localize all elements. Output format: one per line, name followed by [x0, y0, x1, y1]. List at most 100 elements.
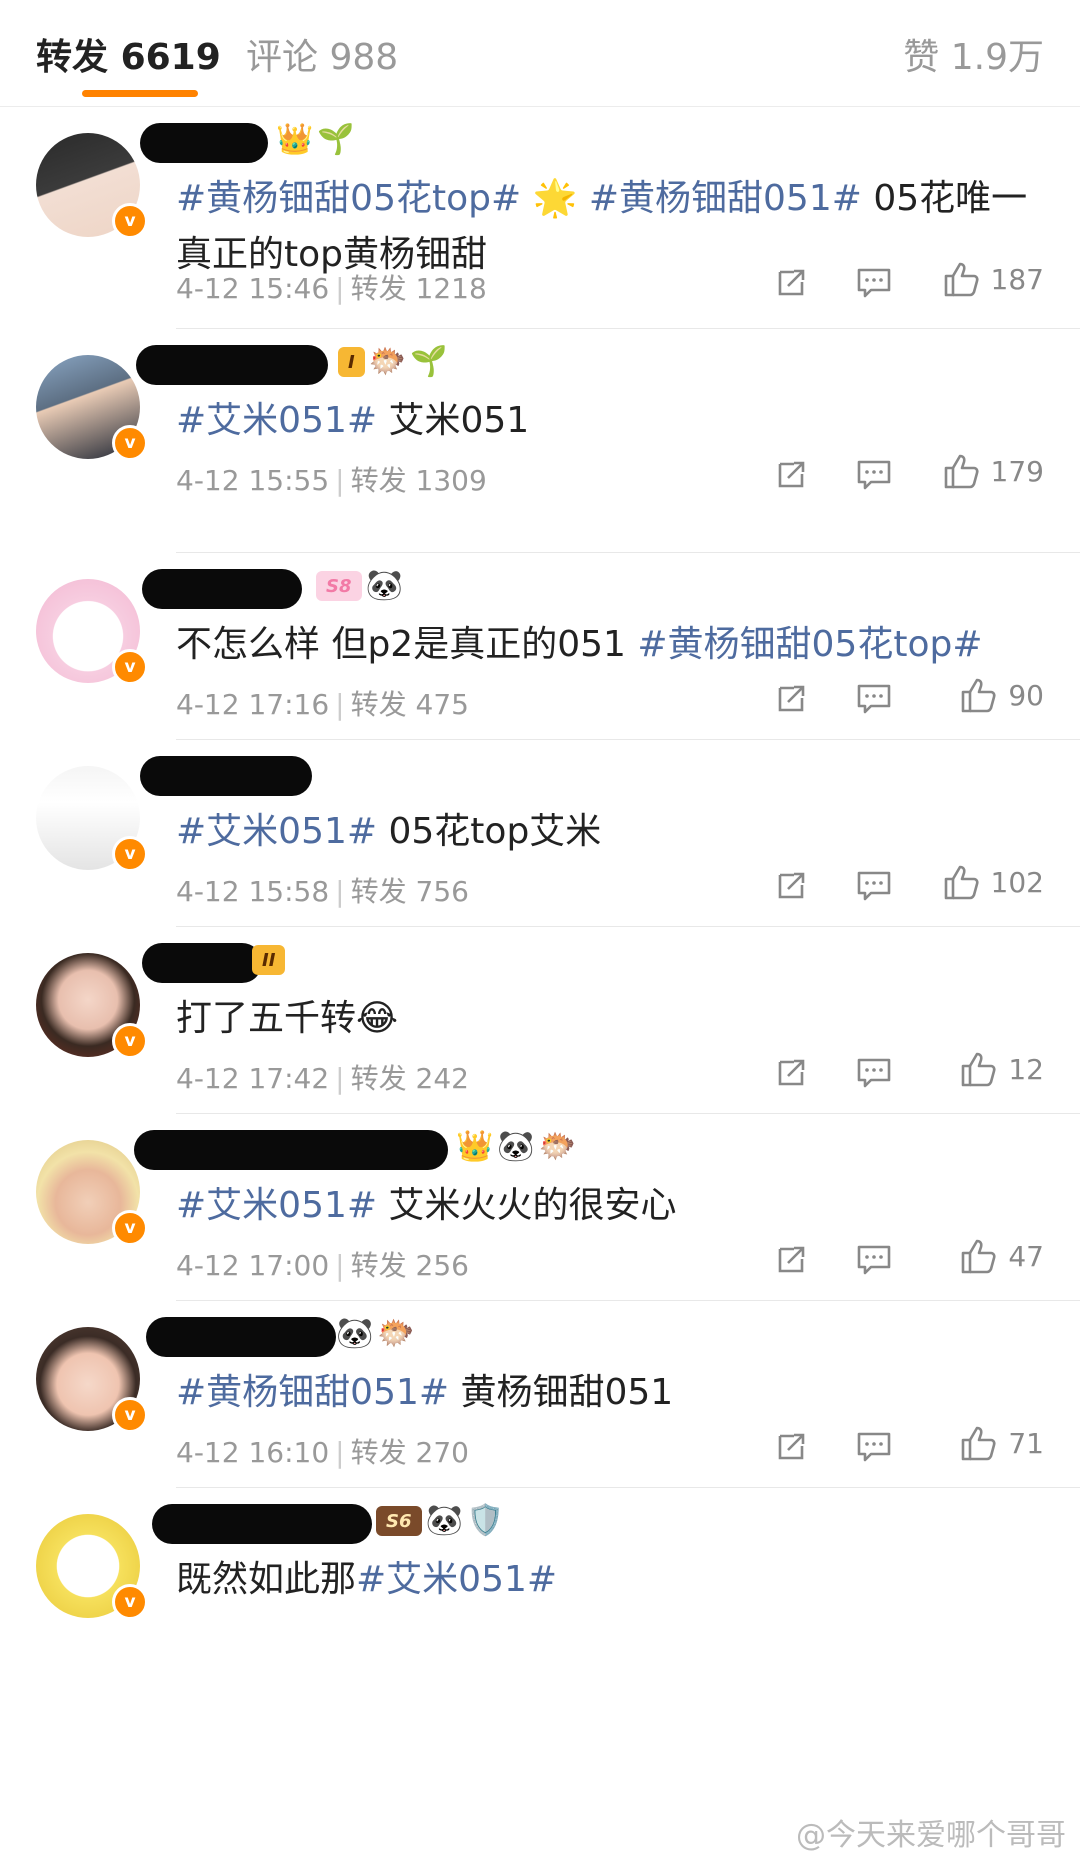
repost-item[interactable]: v 🐼 🐡 #黄杨钿甜051# 黄杨钿甜051 4-12 16:10 | 转发 270 71 — [0, 1301, 1080, 1488]
repost-action-icon[interactable] — [774, 1053, 808, 1093]
content-text: 打了五千转😂 — [176, 998, 399, 1039]
comment-action-icon[interactable] — [856, 1053, 892, 1093]
repost-meta: 4-12 17:42 | 转发 242 — [176, 1057, 469, 1097]
verified-badge-icon: v — [112, 1210, 148, 1246]
repost-action-icon[interactable] — [774, 1427, 808, 1467]
repost-meta: 4-12 16:10 | 转发 270 — [176, 1431, 469, 1471]
topic-hashtag[interactable]: #黄杨钿甜05花top# — [176, 178, 521, 219]
redacted-username[interactable] — [142, 569, 302, 609]
repost-item[interactable]: v S8 🐼 不怎么样 但p2是真正的051 #黄杨钿甜05花top# 4-12 17:… — [0, 553, 1080, 740]
topic-hashtag[interactable]: #艾米051# — [176, 1185, 377, 1226]
verified-badge-icon: v — [112, 203, 148, 239]
thumbs-up-icon — [943, 863, 981, 901]
repost-count-label: 转发 — [350, 688, 407, 721]
repost-item[interactable]: v S6 🐼 🛡️ 既然如此那#艾米051# — [0, 1488, 1080, 1675]
topic-hashtag[interactable]: #艾米051# — [176, 400, 377, 441]
like-button[interactable]: 179 — [943, 451, 1044, 491]
content-text: 🌟 — [521, 178, 589, 219]
tab-like[interactable]: 赞 1.9万 — [903, 28, 1044, 80]
thumbs-up-icon — [960, 676, 998, 714]
content-text: 黄杨钿甜051 — [449, 1372, 674, 1413]
repost-count: 756 — [415, 875, 469, 908]
like-button[interactable]: 90 — [960, 675, 1044, 715]
like-count: 90 — [1008, 678, 1044, 712]
level-badge: II — [252, 945, 286, 975]
tab-comment-label: 评论 — [246, 37, 319, 78]
like-button[interactable]: 102 — [943, 862, 1044, 902]
comment-action-icon[interactable] — [856, 455, 892, 495]
fish-icon: 🐡 — [377, 1316, 415, 1351]
fish-icon: 🐡 — [538, 1129, 577, 1164]
repost-meta: 4-12 15:46 | 转发 1218 — [176, 267, 487, 307]
repost-count-label: 转发 — [350, 1436, 407, 1469]
comment-action-icon[interactable] — [856, 1427, 892, 1467]
repost-content: #艾米051# 艾米051 — [176, 393, 1040, 449]
like-button[interactable]: 187 — [943, 259, 1044, 299]
repost-count: 270 — [415, 1436, 469, 1469]
tab-like-label: 赞 — [903, 37, 940, 78]
redacted-username[interactable] — [142, 943, 262, 983]
repost-content: 既然如此那#艾米051# — [176, 1552, 1040, 1608]
tab-repost[interactable]: 转发 6619 — [36, 28, 221, 80]
comment-action-icon[interactable] — [856, 866, 892, 906]
repost-item[interactable]: v 👑 🐼 🐡 #艾米051# 艾米火火的很安心 4-12 17:00 | 转发 256 47 — [0, 1114, 1080, 1301]
redacted-username[interactable] — [140, 123, 268, 163]
content-text: 艾米051 — [377, 400, 530, 441]
timestamp: 4-12 17:42 — [176, 1062, 330, 1095]
like-button[interactable]: 47 — [960, 1236, 1044, 1276]
topic-hashtag[interactable]: #黄杨钿甜05花top# — [637, 624, 982, 665]
user-badges: 👑 🐼 🐡 — [456, 1124, 576, 1170]
redacted-username[interactable] — [146, 1317, 336, 1357]
repost-item[interactable]: v II 打了五千转😂 4-12 17:42 | 转发 242 12 — [0, 927, 1080, 1114]
repost-action-icon[interactable] — [774, 455, 808, 495]
redacted-username[interactable] — [140, 756, 312, 796]
repost-content: #黄杨钿甜051# 黄杨钿甜051 — [176, 1365, 1040, 1421]
repost-meta: 4-12 17:16 | 转发 475 — [176, 683, 469, 723]
repost-content: 不怎么样 但p2是真正的051 #黄杨钿甜05花top# — [176, 617, 1040, 673]
panda-icon: 🐼 — [365, 568, 403, 603]
timestamp: 4-12 16:10 — [176, 1436, 330, 1469]
repost-count-label: 转发 — [350, 464, 407, 497]
topic-hashtag[interactable]: #艾米051# — [176, 811, 377, 852]
topic-hashtag[interactable]: #黄杨钿甜051# — [589, 178, 862, 219]
repost-item[interactable]: v 👑 🌱 #黄杨钿甜05花top# 🌟 #黄杨钿甜051# 05花唯一真正的top黄… — [0, 107, 1080, 329]
tab-comment[interactable]: 评论 988 — [246, 28, 398, 80]
shield-icon: 🛡️ — [466, 1503, 505, 1538]
repost-action-icon[interactable] — [774, 866, 808, 906]
repost-action-icon[interactable] — [774, 1240, 808, 1280]
user-badges: II — [252, 937, 286, 983]
panda-icon: 🐼 — [425, 1503, 463, 1538]
redacted-username[interactable] — [136, 345, 328, 385]
like-button[interactable]: 12 — [960, 1049, 1044, 1089]
meta-separator: | — [335, 875, 345, 908]
like-count: 102 — [990, 865, 1044, 899]
like-count: 71 — [1008, 1426, 1044, 1460]
crown-icon: 👑 — [456, 1129, 494, 1164]
meta-separator: | — [335, 1436, 345, 1469]
repost-action-icon[interactable] — [774, 679, 808, 719]
topic-hashtag[interactable]: #黄杨钿甜051# — [176, 1372, 449, 1413]
like-count: 187 — [990, 262, 1044, 296]
like-count: 47 — [1008, 1239, 1044, 1273]
level-badge: S6 — [376, 1506, 422, 1536]
repost-item[interactable]: v #艾米051# 05花top艾米 4-12 15:58 | 转发 756 102 — [0, 740, 1080, 927]
comment-action-icon[interactable] — [856, 263, 892, 303]
like-count: 12 — [1008, 1052, 1044, 1086]
timestamp: 4-12 15:46 — [176, 272, 330, 305]
repost-count-label: 转发 — [350, 272, 407, 305]
repost-item[interactable]: v I 🐡 🌱 #艾米051# 艾米051 4-12 15:55 | 转发 1309 179 — [0, 329, 1080, 553]
redacted-username[interactable] — [152, 1504, 372, 1544]
comment-action-icon[interactable] — [856, 1240, 892, 1280]
repost-count: 256 — [415, 1249, 469, 1282]
comment-action-icon[interactable] — [856, 679, 892, 719]
topic-hashtag[interactable]: #艾米051# — [356, 1559, 557, 1600]
meta-separator: | — [335, 1062, 345, 1095]
repost-content: #艾米051# 艾米火火的很安心 — [176, 1178, 1040, 1234]
repost-action-icon[interactable] — [774, 263, 808, 303]
repost-content: 打了五千转😂 — [176, 991, 1040, 1047]
repost-list: v 👑 🌱 #黄杨钿甜05花top# 🌟 #黄杨钿甜051# 05花唯一真正的top黄… — [0, 107, 1080, 1675]
thumbs-up-icon — [943, 452, 981, 490]
like-button[interactable]: 71 — [960, 1423, 1044, 1463]
verified-badge-icon: v — [112, 1023, 148, 1059]
redacted-username[interactable] — [134, 1130, 448, 1170]
